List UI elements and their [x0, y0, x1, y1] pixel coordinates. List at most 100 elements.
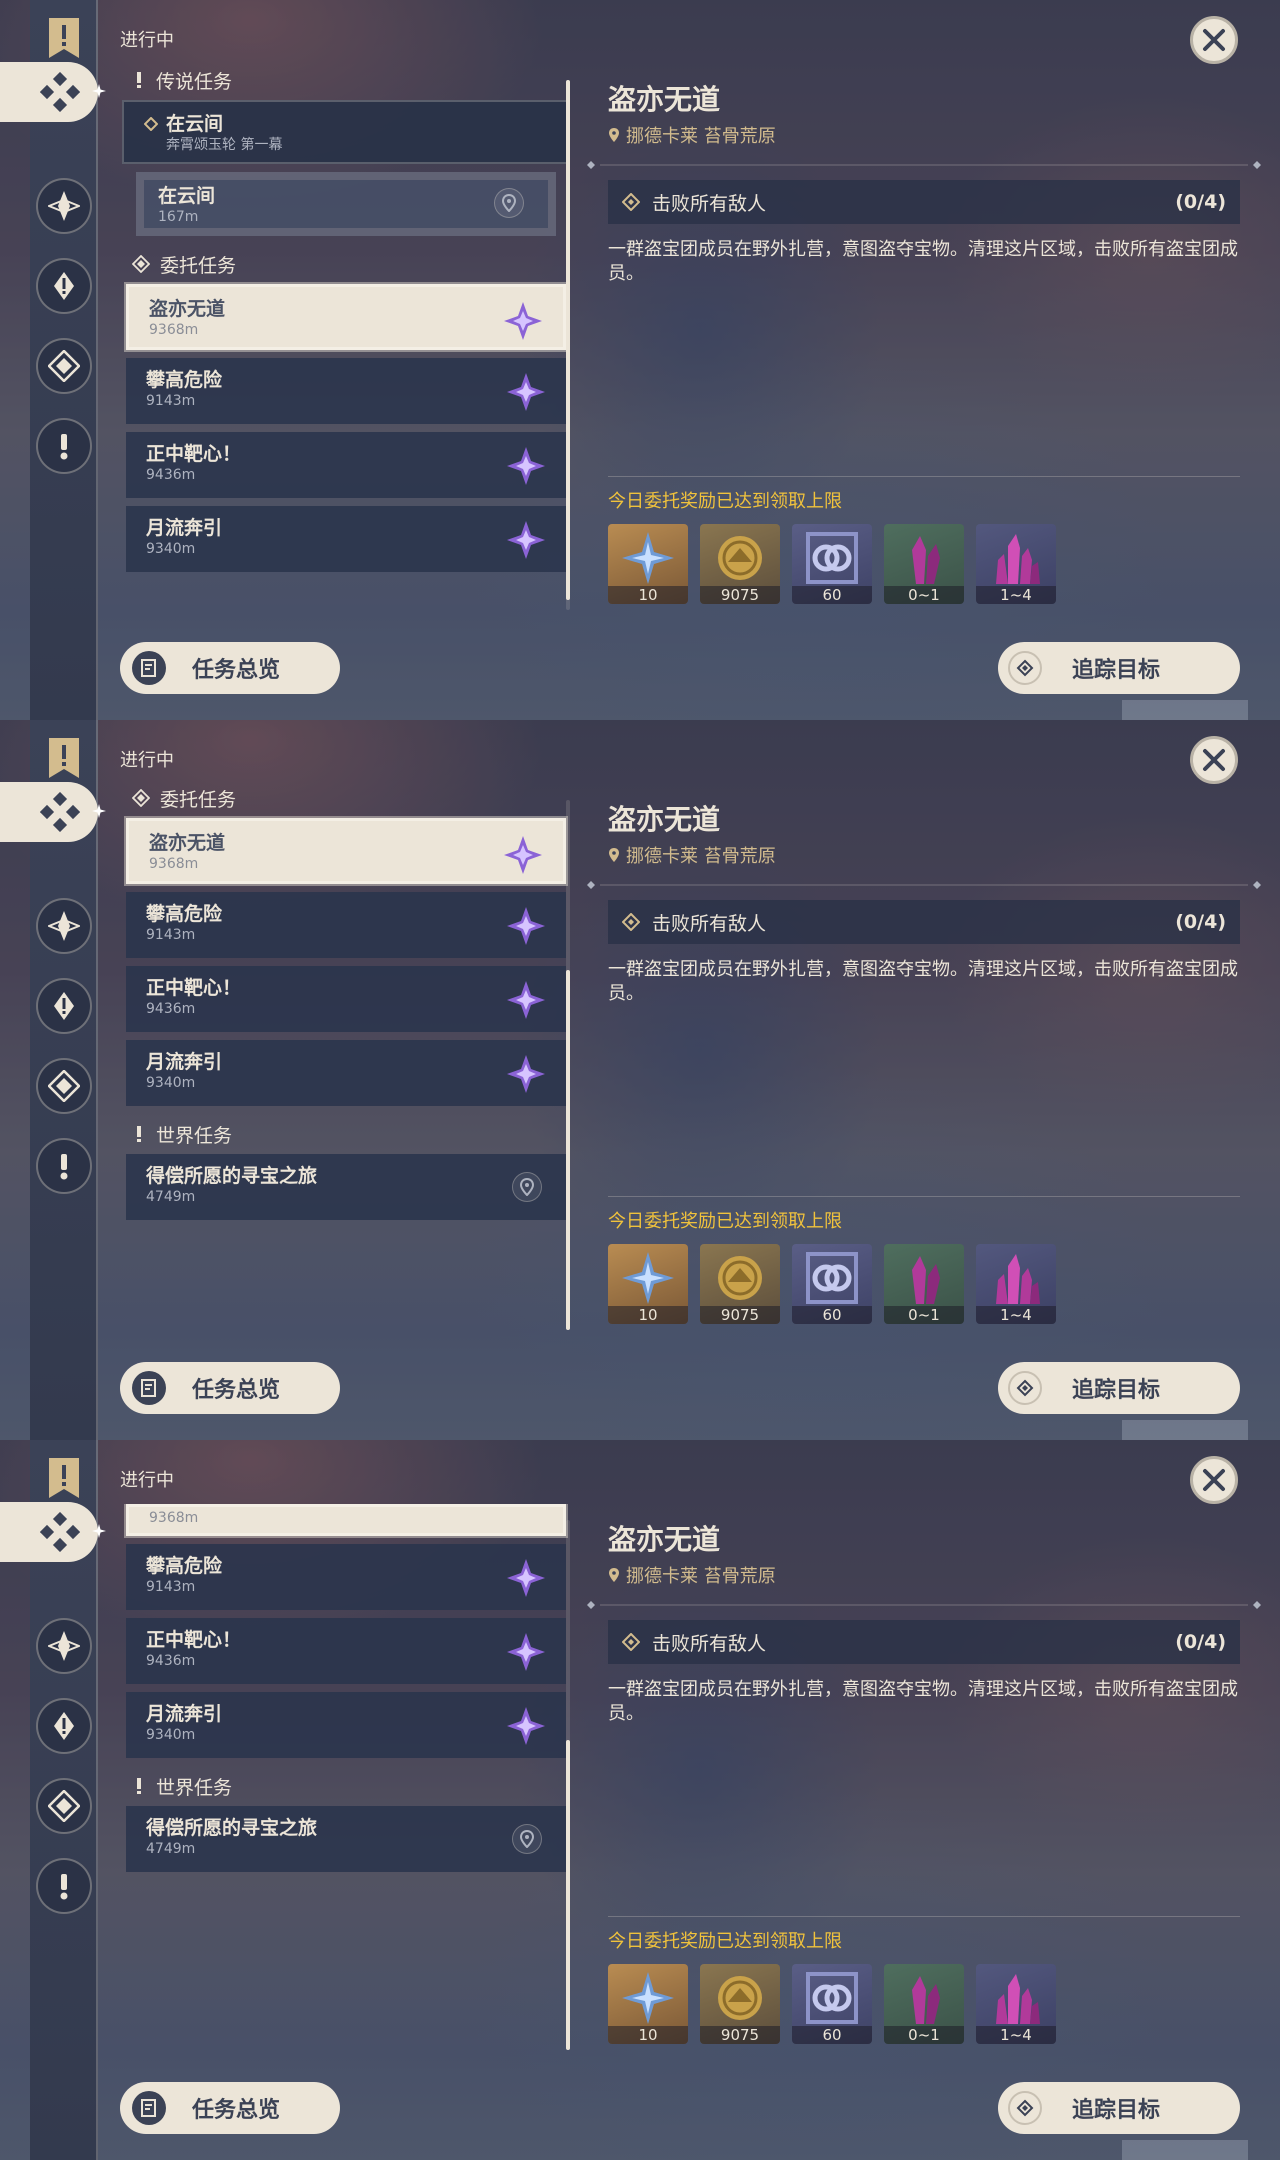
category-commission-button[interactable]	[36, 1058, 92, 1114]
crystal-icon	[912, 1976, 940, 2024]
commission-star-icon	[507, 907, 545, 945]
scrollbar-thumb[interactable]	[566, 970, 570, 1330]
sparkle-icon	[92, 804, 106, 818]
scrollbar-thumb[interactable]	[566, 80, 570, 600]
quest-book-icon[interactable]	[47, 16, 81, 60]
reward-item[interactable]: 10	[608, 1964, 688, 2044]
quest-title: 在云间	[158, 185, 216, 207]
commission-card[interactable]: 正中靶心！ 9436m	[126, 966, 566, 1032]
commission-star-icon	[507, 447, 545, 485]
commission-diamond-icon	[132, 255, 150, 273]
world-quest-card[interactable]: 得偿所愿的寻宝之旅 4749m	[126, 1154, 566, 1220]
reward-count: 10	[608, 1306, 688, 1324]
category-story-button[interactable]	[36, 258, 92, 314]
reward-item[interactable]: 60	[792, 524, 872, 604]
reward-item[interactable]: 60	[792, 1964, 872, 2044]
quest-title: 攀高危险	[146, 369, 223, 391]
commission-card-selected[interactable]: 盗亦无道 9368m	[124, 282, 568, 352]
reward-item[interactable]: 10	[608, 524, 688, 604]
commission-card[interactable]: 正中靶心！ 9436m	[126, 1618, 566, 1684]
objective-diamond-icon	[622, 1633, 640, 1651]
reward-count: 60	[792, 2026, 872, 2044]
reward-count: 0~1	[884, 586, 964, 604]
location-pin-icon	[609, 128, 619, 142]
commission-card[interactable]: 攀高危险 9143m	[126, 358, 566, 424]
category-archon-button[interactable]	[36, 178, 92, 234]
quest-overview-button[interactable]: 任务总览	[120, 642, 340, 694]
category-world-button[interactable]	[36, 1858, 92, 1914]
reward-item[interactable]: 0~1	[884, 1244, 964, 1324]
scrollbar-thumb[interactable]	[566, 1740, 570, 2050]
reward-item[interactable]: 1~4	[976, 1244, 1056, 1324]
category-archon-button[interactable]	[36, 898, 92, 954]
reward-item[interactable]: 9075	[700, 524, 780, 604]
category-archon-button[interactable]	[36, 1618, 92, 1674]
track-objective-button[interactable]: 追踪目标	[998, 642, 1240, 694]
all-quests-icon	[40, 1512, 80, 1552]
category-commission-button[interactable]	[36, 1778, 92, 1834]
quest-list[interactable]: 传说任务 在云间 奔霄颂玉轮 第一幕 在云间 167m 委托任务 盗亦无道 93…	[118, 60, 572, 620]
commission-card[interactable]: 月流奔引 9340m	[126, 506, 566, 572]
legend-quest-card[interactable]: 在云间 奔霄颂玉轮 第一幕	[122, 100, 568, 164]
quest-overview-button[interactable]: 任务总览	[120, 1362, 340, 1414]
quest-list[interactable]: 委托任务 盗亦无道 9368m 攀高危险 9143m 正中靶心！ 9436m 月…	[118, 778, 572, 1338]
commission-card[interactable]: 月流奔引 9340m	[126, 1692, 566, 1758]
commission-card[interactable]: 正中靶心！ 9436m	[126, 432, 566, 498]
all-quests-icon	[40, 792, 80, 832]
location-pin-icon	[609, 1568, 619, 1582]
quest-title: 得偿所愿的寻宝之旅	[146, 1165, 318, 1187]
commission-card[interactable]: 月流奔引 9340m	[126, 1040, 566, 1106]
quest-distance: 9436m	[146, 1653, 196, 1669]
reward-item[interactable]: 10	[608, 1244, 688, 1324]
section-header-world: 世界任务	[118, 1766, 572, 1806]
world-quest-small-icon	[137, 1778, 141, 1794]
story-quest-icon	[54, 992, 74, 1020]
reward-count: 1~4	[976, 2026, 1056, 2044]
reward-item[interactable]: 1~4	[976, 524, 1056, 604]
category-world-button[interactable]	[36, 1138, 92, 1194]
track-objective-button[interactable]: 追踪目标	[998, 1362, 1240, 1414]
detail-location: 挪德卡莱 苔骨荒原	[608, 122, 776, 148]
reward-item[interactable]: 9075	[700, 1244, 780, 1324]
commission-star-icon	[507, 1707, 545, 1745]
quest-book-icon[interactable]	[47, 1456, 81, 1500]
commission-card-selected[interactable]: 盗亦无道 9368m	[124, 816, 568, 886]
sparkle-icon	[92, 84, 106, 98]
quest-book-icon[interactable]	[47, 736, 81, 780]
quest-distance: 9340m	[146, 1075, 196, 1091]
category-all-button[interactable]	[0, 782, 106, 842]
category-commission-button[interactable]	[36, 338, 92, 394]
category-story-button[interactable]	[36, 1698, 92, 1754]
world-quest-card[interactable]: 得偿所愿的寻宝之旅 4749m	[126, 1806, 566, 1872]
track-objective-button[interactable]: 追踪目标	[998, 2082, 1240, 2134]
commission-card[interactable]: 攀高危险 9143m	[126, 892, 566, 958]
objective-text: 击败所有敌人	[652, 1632, 767, 1655]
category-all-button[interactable]	[0, 1502, 106, 1562]
category-story-button[interactable]	[36, 978, 92, 1034]
objective-count: (0/4)	[1175, 911, 1226, 933]
world-quest-small-icon	[137, 1126, 141, 1142]
reward-limit-notice: 今日委托奖励已达到领取上限	[608, 1931, 842, 1952]
story-quest-icon	[54, 272, 74, 300]
reward-item[interactable]: 9075	[700, 1964, 780, 2044]
reward-count: 60	[792, 586, 872, 604]
quest-title: 月流奔引	[146, 1703, 223, 1725]
reward-item[interactable]: 0~1	[884, 1964, 964, 2044]
reward-item[interactable]: 0~1	[884, 524, 964, 604]
reward-item[interactable]: 1~4	[976, 1964, 1056, 2044]
category-world-button[interactable]	[36, 418, 92, 474]
quest-title: 盗亦无道	[149, 298, 226, 320]
reward-item[interactable]: 60	[792, 1244, 872, 1324]
commission-card[interactable]: 攀高危险 9143m	[126, 1544, 566, 1610]
commission-card-selected-partial[interactable]: 9368m	[124, 1504, 568, 1538]
overview-label: 任务总览	[192, 1378, 281, 1403]
location-label: 挪德卡莱 苔骨荒原	[626, 1566, 776, 1587]
quest-title: 攀高危险	[146, 1555, 223, 1577]
section-header-commission: 委托任务	[118, 778, 572, 818]
quest-list[interactable]: 9368m 攀高危险 9143m 正中靶心！ 9436m 月流奔引 9340m …	[118, 1504, 572, 2064]
legend-subquest-card[interactable]: 在云间 167m	[136, 172, 556, 236]
category-all-button[interactable]	[0, 62, 106, 122]
reward-count: 9075	[700, 2026, 780, 2044]
quest-overview-button[interactable]: 任务总览	[120, 2082, 340, 2134]
map-pin-icon	[512, 1824, 542, 1854]
